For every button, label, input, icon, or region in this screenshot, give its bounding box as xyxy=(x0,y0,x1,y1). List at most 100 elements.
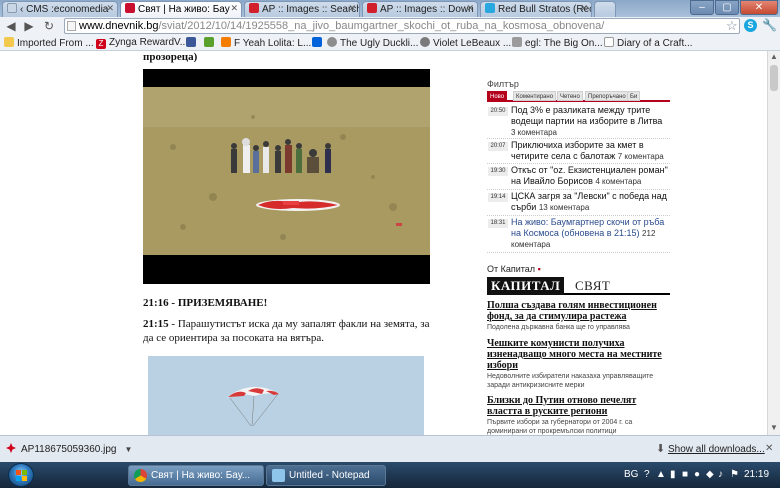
tray-app-icon[interactable]: ● xyxy=(694,469,700,480)
arrow-icon: ▪ xyxy=(537,264,541,274)
ap-icon xyxy=(367,3,377,13)
page-icon xyxy=(67,21,76,31)
live-update-heading: 21:16 - ПРИЗЕМЯВАНЕ! xyxy=(143,297,268,309)
wrench-icon[interactable]: 🔧 xyxy=(762,18,777,32)
close-window-button[interactable]: ✕ xyxy=(740,0,778,15)
tab-redbull[interactable]: Red Bull Stratos (Rec ✕ xyxy=(480,1,592,17)
windows-logo-icon xyxy=(16,470,27,481)
chevron-up-icon[interactable]: ▲ xyxy=(656,469,666,480)
help-icon[interactable]: ? xyxy=(644,469,650,480)
news-item[interactable]: 18:31 На живо: Баумгартнер скочи от ръба… xyxy=(487,217,670,253)
close-icon[interactable]: ✕ xyxy=(348,3,356,14)
download-item[interactable]: AP118675059360.jpg ▼ xyxy=(5,442,132,455)
page-icon xyxy=(7,3,17,13)
tab-strip: ‹ CMS :economedia ✕ Свят | На живо: Бау ✕ … xyxy=(0,0,780,17)
close-icon[interactable]: ✕ xyxy=(106,3,114,14)
bookmark-egl[interactable]: egl: The Big On... xyxy=(512,37,603,49)
maximize-button[interactable]: ▢ xyxy=(715,0,739,15)
bookmarks-bar: Imported From ... Z Zynga RewardV... F Ye… xyxy=(0,35,780,51)
comment-count: 3 коментара xyxy=(511,128,557,137)
news-item[interactable]: 19:30 Откъс от "oz. Екзистенциален роман… xyxy=(487,165,670,190)
kapital-item[interactable]: Близки до Путин отново печелят властта в… xyxy=(487,395,670,435)
news-item[interactable]: 20:07 Приключиха изборите за кмет в чети… xyxy=(487,140,670,164)
update-text: - Парашутистът иска да му запалят факли … xyxy=(143,318,430,344)
filter-tab-read[interactable]: Четено xyxy=(557,91,583,101)
flag-icon[interactable]: ⚑ xyxy=(730,469,739,480)
network-icon[interactable]: ▮ xyxy=(670,469,676,480)
tab-cms[interactable]: ‹ CMS :economedia ✕ xyxy=(2,1,118,17)
close-icon[interactable]: ✕ xyxy=(765,443,773,454)
address-bar[interactable]: www.dnevnik.bg/sviat/2012/10/14/1925558_… xyxy=(64,18,740,34)
bookmark-flickr[interactable] xyxy=(312,37,325,49)
kapital-headline[interactable]: Чешките комунисти получиха изненадващо м… xyxy=(487,338,670,371)
tab-dnevnik[interactable]: Свят | На живо: Бау ✕ xyxy=(120,1,242,17)
bookmark-fyeah[interactable]: F Yeah Lolita: L... xyxy=(221,37,311,49)
live-update-paragraph: 21:15 - Парашутистът иска да му запалят … xyxy=(143,317,433,345)
new-tab-button[interactable] xyxy=(594,1,616,17)
bookmark-star-icon[interactable]: ☆ xyxy=(726,18,738,34)
article-text-fragment: прозореца) xyxy=(143,51,198,63)
news-item[interactable]: 19:14 ЦСКА загря за "Левски" с победа на… xyxy=(487,191,670,216)
back-icon[interactable]: ◀ xyxy=(4,19,18,33)
tab-ap-search[interactable]: AP :: Images :: Search ✕ xyxy=(244,1,360,17)
blogger-icon xyxy=(221,37,231,47)
vertical-scrollbar[interactable]: ▲ ▼ xyxy=(767,51,780,435)
filter-tab-new[interactable]: Ново xyxy=(487,91,508,101)
parachute-sky-image xyxy=(148,356,424,435)
windows-taskbar: Свят | На живо: Бау... Untitled - Notepa… xyxy=(0,462,780,488)
taskbar-chrome[interactable]: Свят | На живо: Бау... xyxy=(128,465,264,486)
page-icon xyxy=(604,37,614,47)
volume-icon[interactable]: ♪ xyxy=(718,469,723,480)
news-headline[interactable]: Под 3% е разликата между трите водещи па… xyxy=(511,105,662,126)
folder-icon xyxy=(4,37,14,47)
download-arrow-icon: ⬇ xyxy=(656,443,666,455)
chevron-down-icon[interactable]: ▼ xyxy=(124,445,132,454)
language-indicator[interactable]: BG xyxy=(624,469,638,480)
video-player[interactable] xyxy=(143,69,430,284)
bookmark-green[interactable] xyxy=(204,37,217,49)
news-headline[interactable]: Откъс от "oz. Екзистенциален роман" на И… xyxy=(511,165,668,186)
bookmark-zynga[interactable]: Z Zynga RewardV... xyxy=(96,37,188,49)
start-button[interactable] xyxy=(8,463,34,487)
kapital-section: СВЯТ xyxy=(575,278,611,293)
close-icon[interactable]: ✕ xyxy=(230,3,238,14)
reload-icon[interactable]: ↻ xyxy=(42,19,56,33)
tray-app-icon[interactable]: ◆ xyxy=(706,469,714,480)
kapital-item[interactable]: Чешките комунисти получиха изненадващо м… xyxy=(487,338,670,390)
forward-icon[interactable]: ▶ xyxy=(22,19,36,33)
clock[interactable]: 21:19 xyxy=(744,469,769,480)
article-photo xyxy=(148,356,424,435)
minimize-button[interactable]: – xyxy=(690,0,714,15)
kapital-logo[interactable]: КАПИТАЛ СВЯТ xyxy=(487,277,670,295)
filter-tab-commented[interactable]: Коментирано xyxy=(513,91,557,101)
kapital-headline[interactable]: Полша създава голям инвестиционен фонд, … xyxy=(487,300,670,322)
browser-toolbar: ◀ ▶ ↻ www.dnevnik.bg/sviat/2012/10/14/19… xyxy=(0,17,780,35)
notepad-icon xyxy=(272,469,285,482)
bookmark-diary[interactable]: Diary of a Craft... xyxy=(604,37,693,49)
taskbar-notepad[interactable]: Untitled - Notepad xyxy=(266,465,386,486)
close-icon[interactable]: ✕ xyxy=(580,3,588,14)
lj-icon xyxy=(512,37,522,47)
kapital-headline[interactable]: Близки до Путин отново печелят властта в… xyxy=(487,395,670,417)
bookmark-violet[interactable]: Violet LeBeaux ... xyxy=(420,37,511,49)
news-item[interactable]: 20:50 Под 3% е разликата между трите вод… xyxy=(487,105,670,139)
bookmark-ugly-duckling[interactable]: The Ugly Duckli... xyxy=(327,37,418,49)
close-icon[interactable]: ✕ xyxy=(466,3,474,14)
show-all-downloads-link[interactable]: Show all downloads... xyxy=(668,444,765,455)
tray-app-icon[interactable]: ■ xyxy=(682,469,688,480)
filter-tab-recommended[interactable]: Препоръчано xyxy=(585,91,629,101)
comment-count: 4 коментара xyxy=(595,177,642,186)
bookmark-facebook[interactable] xyxy=(186,37,199,49)
page-content: прозореца) 21:16 - ПРИЗЕМЯВАНЕ! 21:15 - … xyxy=(0,51,767,435)
comment-count: 7 коментара xyxy=(617,152,664,161)
scroll-up-icon[interactable]: ▲ xyxy=(770,52,778,61)
scroll-thumb[interactable] xyxy=(770,65,778,91)
skype-extension-icon[interactable]: S xyxy=(744,19,757,32)
scroll-down-icon[interactable]: ▼ xyxy=(770,423,778,432)
tab-ap-download[interactable]: AP :: Images :: Down ✕ xyxy=(362,1,478,17)
kapital-subtitle: Недоволните избиратели наказаха управляв… xyxy=(487,373,654,389)
bookmark-imported[interactable]: Imported From ... xyxy=(4,37,94,49)
kapital-item[interactable]: Полша създава голям инвестиционен фонд, … xyxy=(487,300,670,332)
filter-tab-bi[interactable]: Би xyxy=(627,91,641,101)
chrome-icon xyxy=(134,469,147,482)
